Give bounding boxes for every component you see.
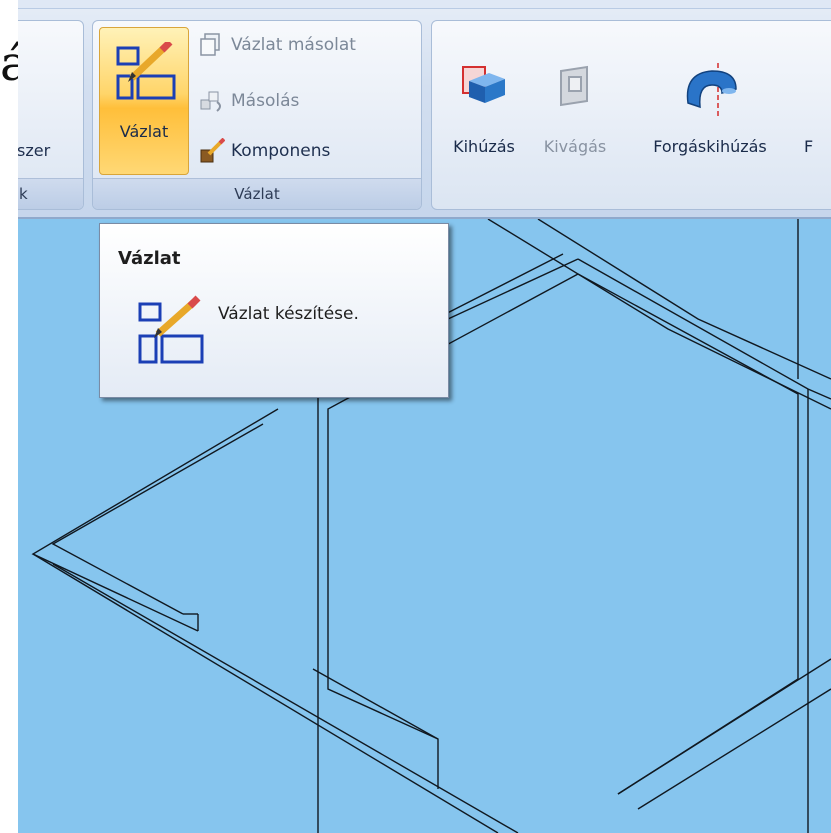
- kivagas-button[interactable]: Kivágás: [532, 49, 618, 179]
- cut-icon: [560, 65, 588, 107]
- masolas-label: Másolás: [231, 91, 300, 111]
- komponens-button[interactable]: Komponens: [199, 135, 330, 167]
- ribbon: szer k Vázlat Vázlat másolat Másolás Kom…: [18, 0, 831, 219]
- partial-feature-label: F: [804, 137, 814, 156]
- vazlat-button[interactable]: Vázlat: [99, 27, 189, 175]
- tooltip-title: Vázlat: [118, 248, 181, 269]
- vazlat-masolat-label: Vázlat másolat: [231, 35, 356, 55]
- sketch-icon: [116, 42, 176, 100]
- ribbon-group-label-partial: k: [18, 178, 83, 209]
- forgaskihuzas-button[interactable]: Forgáskihúzás: [620, 49, 800, 179]
- forgaskihuzas-label: Forgáskihúzás: [653, 137, 767, 156]
- cad-application-window: szer k Vázlat Vázlat másolat Másolás Kom…: [18, 0, 831, 833]
- kihuzas-button[interactable]: Kihúzás: [436, 49, 532, 179]
- ribbon-group-vazlat: Vázlat Vázlat másolat Másolás Komponens …: [92, 20, 422, 210]
- kihuzas-label: Kihúzás: [453, 137, 515, 156]
- vazlat-group-label: Vázlat: [93, 178, 421, 209]
- vazlat-masolat-button[interactable]: Vázlat másolat: [199, 29, 356, 61]
- kivagas-label: Kivágás: [543, 137, 607, 156]
- ribbon-top-border: [18, 0, 831, 9]
- vazlat-tooltip: Vázlat Vázlat készítése.: [99, 223, 449, 398]
- revolve-icon: [686, 63, 737, 119]
- sketch-icon: [138, 295, 204, 364]
- vazlat-button-label: Vázlat: [119, 122, 169, 141]
- tooltip-description: Vázlat készítése.: [218, 304, 359, 324]
- ribbon-button-partial-label[interactable]: szer: [18, 141, 50, 160]
- copy-sketch-icon: [200, 33, 220, 56]
- component-icon: [200, 138, 225, 163]
- ribbon-group-features: Kihúzás Kivágás Forgáskihúzás F: [431, 20, 831, 210]
- extrude-icon: [462, 66, 505, 103]
- masolas-button[interactable]: Másolás: [199, 85, 299, 117]
- copy-icon: [200, 91, 221, 112]
- partial-feature-button[interactable]: F: [804, 49, 831, 179]
- komponens-label: Komponens: [231, 141, 331, 161]
- ribbon-group-left-partial: szer k: [18, 20, 84, 210]
